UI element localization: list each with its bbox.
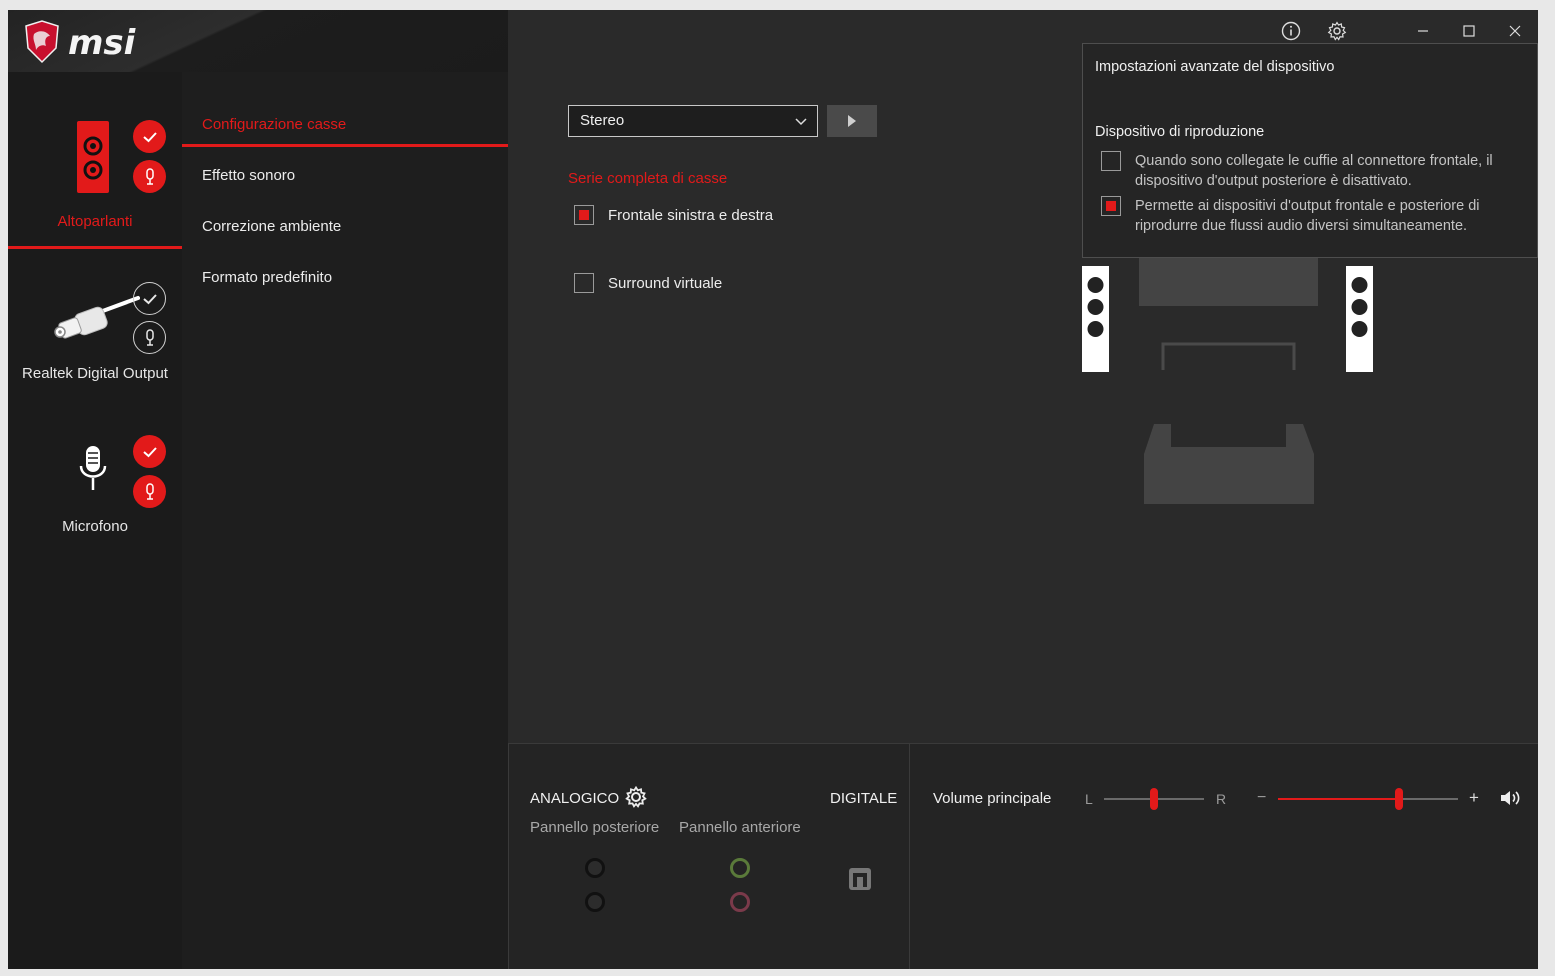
device-list: msi Altoparlanti Realtek Digital Output …: [8, 10, 508, 969]
info-icon: [1281, 21, 1301, 41]
volume-minus-label: −: [1257, 789, 1267, 806]
app-window: msi Altoparlanti Realtek Digital Output …: [8, 10, 1538, 969]
jack-panel: ANALOGICO DIGITALE Pannello posteriore P…: [508, 744, 910, 969]
checkbox[interactable]: [1101, 196, 1121, 216]
microphone-device-icon: [79, 446, 107, 490]
speaker-device-icon: [77, 121, 109, 193]
volume-plus-label: +: [1469, 788, 1479, 807]
front-panel-label: Pannello anteriore: [679, 819, 801, 836]
front-left-speaker[interactable]: [1082, 266, 1109, 372]
maximize-icon: [1463, 25, 1475, 37]
option-label: Permette ai dispositivi d'output frontal…: [1135, 198, 1480, 234]
volume-slider-fill: [1278, 798, 1399, 800]
close-icon: [1509, 25, 1521, 37]
device-label: Altoparlanti: [57, 213, 133, 230]
info-button[interactable]: [1276, 16, 1306, 46]
checkbox[interactable]: [574, 205, 594, 225]
default-comm-mic-icon[interactable]: [133, 321, 166, 354]
option-front-lr[interactable]: Frontale sinistra e destra: [574, 205, 773, 225]
balance-left-label: L: [1085, 791, 1093, 807]
front-jack-mic[interactable]: [730, 892, 750, 912]
device-microphone[interactable]: Microfono: [8, 420, 182, 550]
master-volume-label: Volume principale: [933, 790, 1052, 807]
option-label: Quando sono collegate le cuffie al conne…: [1135, 153, 1493, 189]
default-comm-mic-icon[interactable]: [133, 475, 166, 508]
option-headphone-disable-rear[interactable]: Quando sono collegate le cuffie al conne…: [1101, 151, 1521, 191]
digital-cable-icon: [54, 296, 140, 339]
brand-text: msi: [68, 23, 137, 63]
device-active-underline: [8, 246, 182, 249]
speaker-mute-icon[interactable]: [1500, 789, 1522, 807]
device-speakers[interactable]: Altoparlanti: [8, 110, 182, 250]
default-device-check-icon[interactable]: [133, 120, 166, 153]
play-icon: [848, 115, 856, 127]
speaker-layout-diagram: [1082, 258, 1373, 504]
rear-jack-top[interactable]: [585, 858, 605, 878]
advanced-settings-panel: Impostazioni avanzate del dispositivo Di…: [1082, 43, 1538, 258]
checkbox[interactable]: [1101, 151, 1121, 171]
balance-right-label: R: [1216, 791, 1227, 807]
digital-label: DIGITALE: [830, 790, 898, 807]
test-play-button[interactable]: [827, 105, 877, 137]
spdif-port-icon[interactable]: [848, 867, 872, 891]
analog-label: ANALOGICO: [530, 790, 620, 807]
option-multistream[interactable]: Permette ai dispositivi d'output frontal…: [1101, 196, 1521, 236]
menu-item-default-format[interactable]: Formato predefinito: [202, 269, 332, 286]
settings-button[interactable]: [1322, 16, 1352, 46]
menu-active-underline: [182, 144, 508, 147]
device-label: Microfono: [62, 518, 128, 535]
checkbox-fill: [1106, 201, 1116, 211]
gear-icon: [1327, 21, 1347, 41]
section-title: Serie completa di casse: [568, 170, 728, 187]
default-device-check-icon[interactable]: [133, 282, 166, 315]
speaker-mode-select[interactable]: Stereo: [568, 105, 818, 137]
advanced-title: Impostazioni avanzate del dispositivo: [1095, 59, 1335, 75]
bottom-panel: ANALOGICO DIGITALE Pannello posteriore P…: [508, 743, 1538, 969]
maximize-button[interactable]: [1454, 16, 1484, 46]
sofa-shape: [1144, 424, 1314, 504]
default-comm-mic-icon[interactable]: [133, 160, 166, 193]
analog-settings-gear-icon[interactable]: [625, 786, 647, 808]
tv-screen-shape: [1139, 258, 1318, 306]
speaker-mode-value: Stereo: [580, 112, 625, 129]
default-device-check-icon[interactable]: [133, 435, 166, 468]
menu-item-room-correction[interactable]: Correzione ambiente: [202, 218, 341, 235]
menu-item-sound-effect[interactable]: Effetto sonoro: [202, 167, 295, 184]
device-label: Realtek Digital Output: [22, 365, 168, 382]
rear-panel-label: Pannello posteriore: [530, 819, 660, 836]
chevron-down-icon: [795, 118, 807, 126]
option-label: Surround virtuale: [608, 274, 723, 292]
checkbox[interactable]: [574, 273, 594, 293]
device-digital-output[interactable]: Realtek Digital Output: [8, 270, 182, 400]
minimize-icon: [1418, 30, 1428, 32]
settings-menu: Configurazione casse Effetto sonoro Corr…: [182, 72, 508, 969]
close-button[interactable]: [1500, 16, 1530, 46]
checkbox-fill: [579, 210, 589, 220]
msi-logo: msi: [25, 20, 137, 64]
volume-slider-thumb[interactable]: [1394, 788, 1403, 810]
balance-slider-thumb[interactable]: [1150, 788, 1158, 810]
front-jack-headphone[interactable]: [730, 858, 750, 878]
playback-device-subtitle: Dispositivo di riproduzione: [1095, 124, 1265, 140]
rear-jack-bottom[interactable]: [585, 892, 605, 912]
minimize-button[interactable]: [1408, 16, 1438, 46]
table-shape: [1161, 342, 1296, 370]
front-right-speaker[interactable]: [1346, 266, 1373, 372]
option-label: Frontale sinistra e destra: [608, 206, 774, 224]
option-virtual-surround[interactable]: Surround virtuale: [574, 273, 722, 293]
menu-item-speaker-config[interactable]: Configurazione casse: [202, 116, 346, 133]
